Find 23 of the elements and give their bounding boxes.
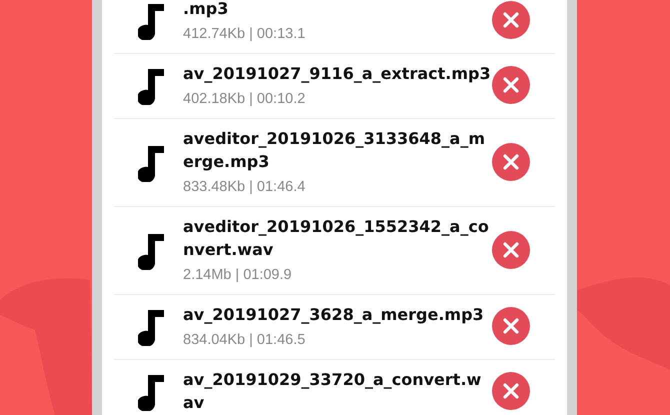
close-icon xyxy=(502,382,520,400)
close-icon xyxy=(502,76,520,94)
file-info: 833.48Kb | 01:46.4 xyxy=(183,178,306,196)
file-info: 402.18Kb | 00:10.2 xyxy=(183,90,306,108)
close-icon xyxy=(502,317,520,335)
delete-button[interactable] xyxy=(492,1,530,39)
file-name: aveditor_20191026_3133648_a_merge.mp3 xyxy=(183,128,486,173)
delete-button[interactable] xyxy=(492,307,530,345)
delete-button[interactable] xyxy=(492,230,530,268)
file-name: av_20191029_33720_a_convert.wav xyxy=(183,369,482,414)
close-icon xyxy=(502,152,520,170)
delete-button[interactable] xyxy=(492,142,530,180)
file-name: av_20191027_3628_a_merge.mp3 xyxy=(183,304,485,326)
close-icon xyxy=(502,11,520,29)
file-name: av_20191027_9116_a_extract.mp3 xyxy=(183,63,492,85)
file-info: 412.74Kb | 00:13.1 xyxy=(183,25,306,43)
file-info: 2.14Mb | 01:09.9 xyxy=(183,266,293,284)
file-name: aveditor_20191026_1552342_a_convert.wav xyxy=(183,216,490,261)
file-name: .mp3 xyxy=(183,0,230,20)
file-info: 834.04Kb | 01:46.5 xyxy=(183,331,306,349)
delete-button[interactable] xyxy=(492,66,530,104)
close-icon xyxy=(502,240,520,258)
delete-button[interactable] xyxy=(492,372,530,410)
